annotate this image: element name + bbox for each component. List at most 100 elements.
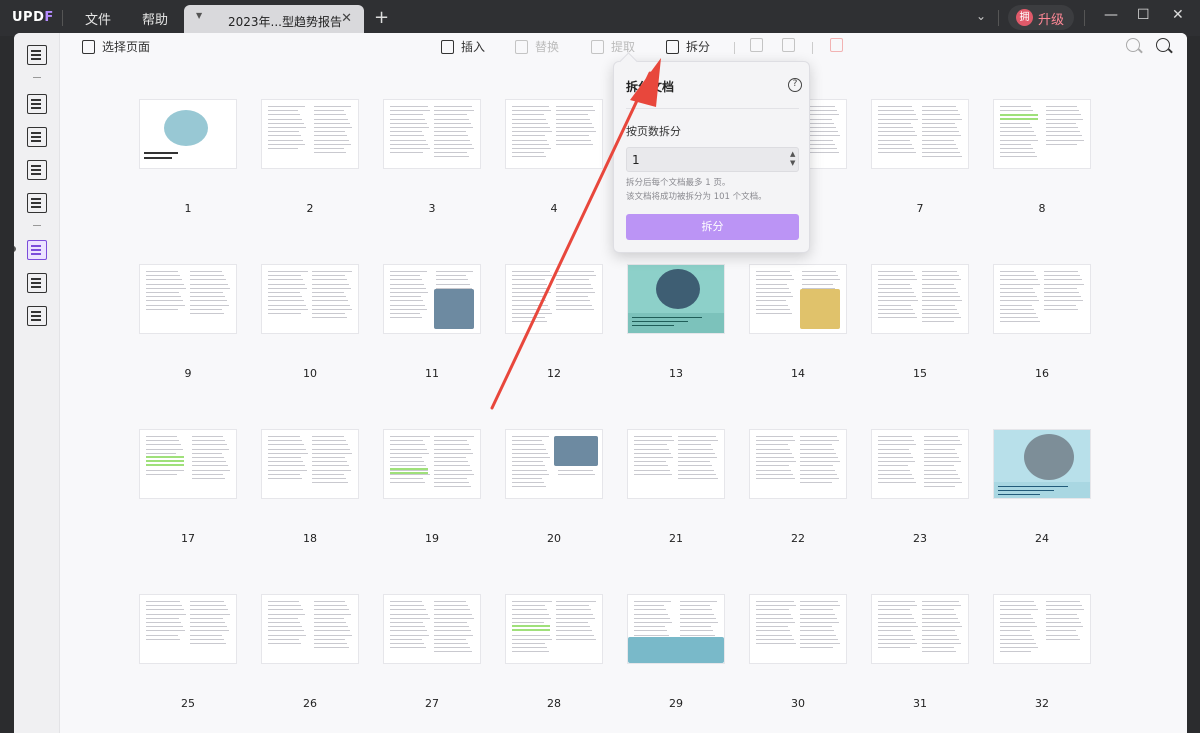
upgrade-button[interactable]: 拥 升级 — [1008, 5, 1074, 30]
maximize-button[interactable]: ☐ — [1137, 7, 1150, 23]
document-tab[interactable]: ▼ 2023年...型趋势报告 ✕ — [184, 5, 364, 36]
page-thumbnail[interactable] — [506, 265, 602, 333]
page-thumbnail[interactable] — [628, 265, 724, 333]
page-thumbnail[interactable] — [750, 595, 846, 663]
tab-close-icon[interactable]: ✕ — [341, 11, 352, 26]
page-text-line — [878, 287, 912, 289]
page-text-line — [512, 609, 547, 611]
page-text-line — [558, 473, 595, 475]
page-text-line — [434, 609, 470, 611]
page-thumbnail[interactable] — [994, 595, 1090, 663]
page-thumbnail[interactable] — [506, 595, 602, 663]
page-thumbnail[interactable] — [384, 265, 480, 333]
page-thumbnail[interactable] — [506, 430, 602, 498]
new-tab-button[interactable]: + — [374, 7, 389, 28]
page-text-line — [878, 473, 912, 475]
edit-pdf-icon[interactable] — [27, 127, 47, 147]
menu-help[interactable]: 帮助 — [142, 9, 168, 28]
page-text-line — [878, 313, 915, 314]
page-thumbnail[interactable] — [994, 430, 1090, 498]
page-text-line — [634, 613, 668, 615]
page-text-line — [878, 292, 914, 293]
stepper-icon[interactable]: ▲ ▼ — [790, 150, 795, 168]
page-text-line — [634, 609, 666, 611]
page-text-line — [192, 461, 226, 463]
page-text-line — [390, 292, 428, 293]
page-text-line — [558, 469, 593, 471]
page-text-line — [878, 114, 916, 116]
rotate-left-button[interactable] — [750, 38, 770, 58]
page-text-line — [390, 118, 425, 120]
page-thumbnail[interactable] — [262, 430, 358, 498]
crop-icon[interactable] — [27, 273, 47, 293]
page-text-line — [390, 626, 425, 628]
page-thumbnail[interactable] — [140, 265, 236, 333]
page-thumbnail[interactable] — [384, 430, 480, 498]
insert-button[interactable]: 插入 — [441, 38, 485, 58]
page-thumbnail[interactable] — [262, 100, 358, 168]
pages-per-document-input[interactable] — [626, 147, 799, 172]
page-text-line — [800, 448, 834, 450]
page-thumbnail[interactable] — [872, 430, 968, 498]
page-thumbnail[interactable] — [872, 265, 968, 333]
page-thumbnail[interactable] — [994, 100, 1090, 168]
redact-icon[interactable] — [27, 193, 47, 213]
zoom-in-icon[interactable] — [1156, 38, 1170, 52]
delete-button[interactable] — [830, 38, 850, 58]
page-text-line — [556, 127, 594, 128]
select-pages-button[interactable]: 选择页面 — [82, 38, 150, 58]
page-thumbnail[interactable] — [262, 595, 358, 663]
page-text-line — [312, 275, 345, 277]
organize-pages-icon[interactable] — [27, 240, 47, 260]
page-text-line — [512, 465, 545, 467]
page-text-line — [756, 279, 794, 281]
page-thumbnail[interactable] — [628, 595, 724, 663]
comment-icon[interactable] — [27, 94, 47, 114]
page-thumbnail[interactable] — [140, 100, 236, 168]
page-thumbnail[interactable] — [872, 100, 968, 168]
page-thumbnail[interactable] — [872, 595, 968, 663]
page-text-line — [390, 308, 427, 310]
form-icon[interactable] — [27, 160, 47, 180]
page-text-line — [1046, 601, 1080, 602]
page-text-line — [390, 148, 430, 149]
reader-icon[interactable] — [27, 45, 47, 65]
tab-dropdown-icon[interactable]: ▼ — [196, 11, 202, 20]
page-text-line — [1044, 283, 1084, 285]
help-icon[interactable]: ? — [788, 78, 802, 92]
minimize-button[interactable]: — — [1104, 7, 1118, 23]
page-text-line — [1000, 139, 1038, 141]
page-text-line — [878, 436, 912, 437]
page-text-line — [312, 473, 344, 475]
page-thumbnail[interactable] — [384, 100, 480, 168]
page-text-line — [924, 482, 962, 484]
rotate-right-button[interactable] — [782, 38, 802, 58]
confirm-split-button[interactable]: 拆分 — [626, 214, 799, 240]
page-text-line — [634, 457, 673, 458]
page-text-line — [146, 609, 184, 611]
page-thumbnail[interactable] — [994, 265, 1090, 333]
chevron-down-icon[interactable]: ⌄ — [976, 9, 986, 23]
page-thumbnail[interactable] — [750, 430, 846, 498]
page-thumbnail[interactable] — [628, 430, 724, 498]
close-window-button[interactable]: ✕ — [1172, 7, 1184, 23]
layers-icon[interactable] — [27, 306, 47, 326]
page-text-line — [390, 436, 430, 437]
page-text-line — [924, 448, 955, 450]
menu-file[interactable]: 文件 — [85, 9, 111, 28]
split-button[interactable]: 拆分 — [666, 38, 710, 58]
page-text-line — [434, 601, 466, 602]
page-text-line — [314, 617, 344, 619]
page-thumbnail[interactable] — [384, 595, 480, 663]
page-thumbnail[interactable] — [140, 430, 236, 498]
replace-button[interactable]: 替换 — [515, 38, 559, 58]
page-text-line — [556, 139, 591, 141]
page-thumbnail[interactable] — [750, 265, 846, 333]
page-number: 9 — [184, 367, 192, 380]
app-logo: UPDF — [12, 10, 54, 25]
page-text-line — [1000, 131, 1034, 133]
zoom-out-icon[interactable] — [1126, 38, 1140, 52]
page-thumbnail[interactable] — [140, 595, 236, 663]
page-thumbnail[interactable] — [262, 265, 358, 333]
page-thumbnail[interactable] — [506, 100, 602, 168]
